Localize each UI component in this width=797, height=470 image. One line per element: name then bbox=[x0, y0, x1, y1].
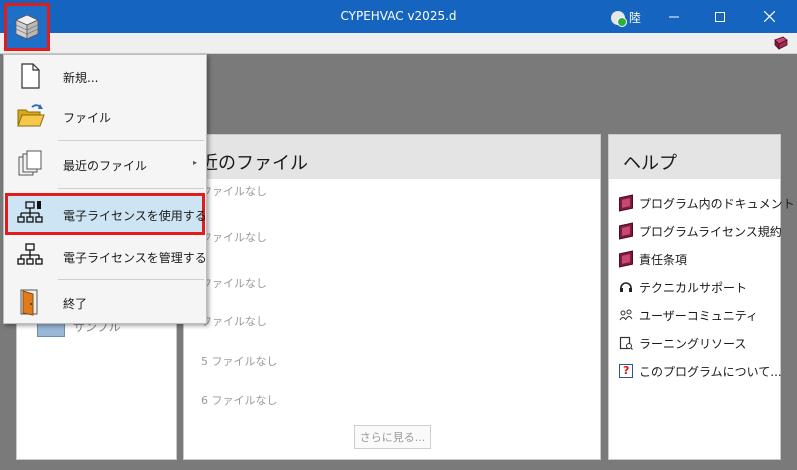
exit-door-icon bbox=[20, 289, 38, 316]
user-online-icon bbox=[611, 10, 627, 27]
book-icon bbox=[619, 250, 633, 268]
menu-item-label: 終了 bbox=[63, 297, 88, 311]
book-icon bbox=[619, 194, 633, 212]
menu-item-manage-license[interactable]: 電子ライセンスを管理する bbox=[5, 237, 207, 275]
menu-item-label: 電子ライセンスを管理する bbox=[63, 251, 207, 265]
title-bar: CYPEHVAC v2025.d 陸 bbox=[0, 0, 797, 33]
menu-item-label: 新規... bbox=[63, 71, 99, 85]
network-license-icon bbox=[17, 201, 43, 223]
help-item-liability[interactable]: 責任条項 bbox=[619, 245, 780, 273]
help-list: プログラム内のドキュメント プログラムライセンス規約 責任条項 テクニカルサポー… bbox=[609, 179, 795, 385]
recent-files-panel: 近のファイル ファイルなし ファイルなし ファイルなし ファイルなし 5 ファイ… bbox=[183, 134, 601, 460]
new-file-icon bbox=[21, 63, 40, 89]
minimize-icon bbox=[669, 16, 679, 17]
minimize-button[interactable] bbox=[651, 0, 697, 33]
book-icon bbox=[619, 222, 633, 240]
cype-logo-icon bbox=[15, 14, 39, 40]
help-item-documentation[interactable]: プログラム内のドキュメント bbox=[619, 189, 795, 217]
user-name: 陸 bbox=[629, 11, 642, 25]
menu-item-exit[interactable]: 終了 bbox=[5, 283, 205, 321]
menu-separator bbox=[58, 140, 204, 141]
help-item-learning[interactable]: ラーニングリソース bbox=[619, 329, 780, 357]
learning-icon bbox=[619, 336, 633, 350]
about-icon bbox=[619, 364, 633, 378]
maximize-button[interactable] bbox=[697, 0, 743, 33]
menu-item-label: 電子ライセンスを使用する bbox=[63, 209, 207, 223]
recent-file-3[interactable]: ファイルなし bbox=[201, 275, 267, 291]
menu-separator bbox=[58, 188, 204, 189]
recent-files-title: 近のファイル bbox=[184, 135, 600, 179]
help-panel: ヘルプ プログラム内のドキュメント プログラムライセンス規約 責任条項 テクニカ… bbox=[608, 134, 795, 460]
help-item-license[interactable]: プログラムライセンス規約 bbox=[619, 217, 782, 245]
see-more-button[interactable]: さらに見る... bbox=[354, 425, 431, 449]
close-button[interactable] bbox=[746, 0, 792, 33]
menu-item-label: ファイル bbox=[63, 111, 112, 125]
help-item-label: プログラム内のドキュメント bbox=[639, 196, 795, 211]
recent-file-1[interactable]: ファイルなし bbox=[201, 183, 267, 199]
help-item-label: プログラムライセンス規約 bbox=[639, 224, 782, 239]
help-item-label: テクニカルサポート bbox=[639, 280, 748, 295]
help-book-icon[interactable] bbox=[773, 36, 789, 50]
help-title: ヘルプ bbox=[609, 135, 780, 179]
app-menu-button[interactable] bbox=[4, 3, 50, 51]
menu-separator bbox=[58, 279, 204, 280]
help-item-label: ユーザーコミュニティ bbox=[639, 308, 759, 323]
headset-icon bbox=[620, 282, 632, 292]
help-item-label: ラーニングリソース bbox=[639, 336, 747, 351]
menu-item-new[interactable]: 新規... bbox=[5, 57, 205, 95]
recent-file-2[interactable]: ファイルなし bbox=[201, 229, 267, 245]
close-icon bbox=[763, 11, 775, 22]
help-item-label: 責任条項 bbox=[639, 252, 688, 267]
network-manage-icon bbox=[17, 243, 43, 265]
recent-file-5[interactable]: 5 ファイルなし bbox=[201, 353, 278, 369]
recent-files-icon bbox=[18, 150, 42, 176]
recent-file-4[interactable]: ファイルなし bbox=[201, 313, 267, 329]
submenu-arrow-icon: ▸ bbox=[192, 158, 197, 167]
help-item-community[interactable]: ユーザーコミュニティ bbox=[619, 301, 780, 329]
menu-item-label: 最近のファイル bbox=[63, 159, 148, 173]
toolbar bbox=[0, 33, 797, 54]
menu-item-recent[interactable]: 最近のファイル ▸ bbox=[5, 145, 205, 183]
community-icon bbox=[619, 309, 633, 321]
menu-item-use-license[interactable]: 電子ライセンスを使用する bbox=[5, 193, 207, 235]
help-item-about[interactable]: このプログラムについて... bbox=[619, 357, 782, 385]
folder-open-icon bbox=[17, 104, 45, 127]
menu-item-file[interactable]: ファイル bbox=[5, 97, 205, 135]
help-item-label: このプログラムについて... bbox=[639, 364, 782, 379]
recent-file-6[interactable]: 6 ファイルなし bbox=[201, 392, 278, 408]
user-status[interactable]: 陸 bbox=[611, 9, 642, 27]
help-item-support[interactable]: テクニカルサポート bbox=[619, 273, 780, 301]
app-dropdown-menu: 新規... ファイル 最近のファイル ▸ 電子ライセンスを使用する 電子ライセン… bbox=[3, 54, 207, 324]
maximize-icon bbox=[715, 11, 725, 22]
